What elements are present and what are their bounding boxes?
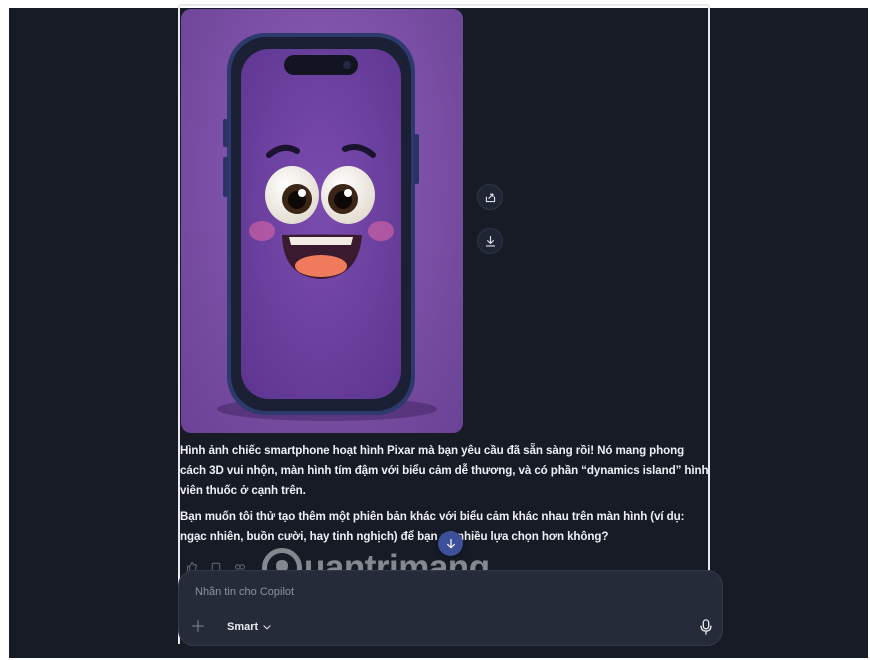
plus-icon [192, 620, 204, 632]
message-composer: Smart [178, 570, 723, 646]
share-icon [485, 193, 495, 202]
generated-image[interactable] [181, 9, 463, 433]
image-actions [477, 184, 505, 272]
scroll-to-bottom-button[interactable] [438, 531, 463, 556]
microphone-button[interactable] [697, 618, 715, 636]
mode-label: Smart [227, 621, 259, 633]
chevron-down-icon [263, 625, 271, 630]
share-button[interactable] [477, 184, 503, 210]
download-button[interactable] [477, 228, 503, 254]
message-input[interactable] [193, 585, 677, 599]
add-attachment-button[interactable] [191, 618, 209, 636]
download-icon [485, 235, 495, 247]
mode-selector[interactable]: Smart [227, 618, 272, 636]
assistant-message-paragraph: Hình ảnh chiếc smartphone hoạt hình Pixa… [180, 444, 709, 497]
microphone-icon [700, 619, 712, 635]
arrow-down-icon [446, 538, 455, 548]
cartoon-smartphone-illustration [217, 33, 437, 421]
